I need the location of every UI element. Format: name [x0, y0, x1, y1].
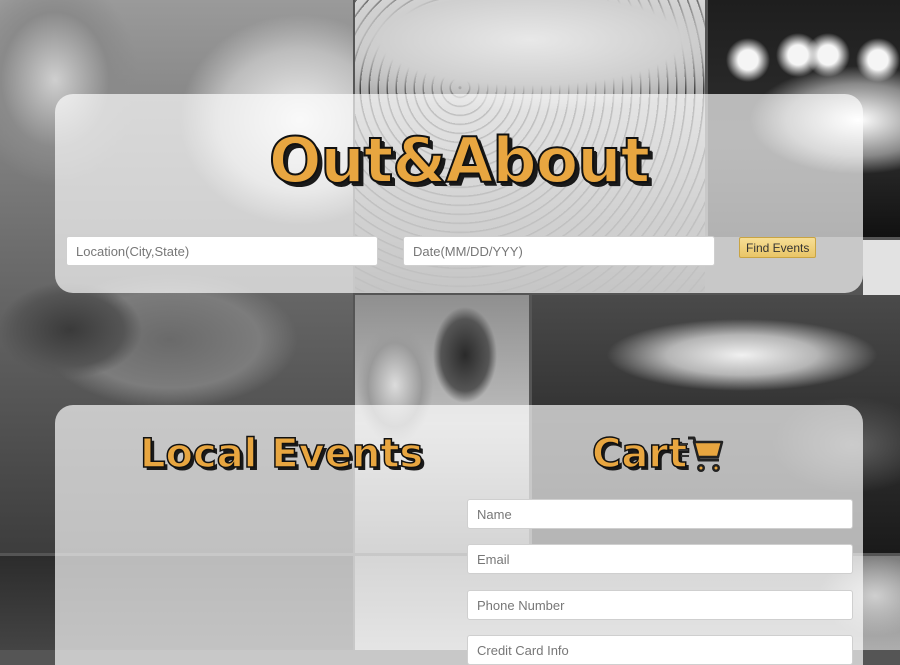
date-input[interactable]: [403, 236, 715, 266]
app-logo: Out&About: [268, 123, 651, 198]
location-input[interactable]: [66, 236, 378, 266]
cart-heading: Cart: [591, 430, 688, 478]
photo-fragment: [863, 240, 900, 300]
shopping-cart-icon: [679, 436, 724, 472]
content-panel: Local Events Cart: [55, 405, 863, 665]
phone-number-field[interactable]: [467, 590, 853, 620]
local-events-heading: Local Events: [139, 430, 424, 478]
email-field[interactable]: [467, 544, 853, 574]
name-field[interactable]: [467, 499, 853, 529]
credit-card-field[interactable]: [467, 635, 853, 665]
search-panel: Out&About Find Events: [55, 94, 863, 293]
find-events-button[interactable]: Find Events: [739, 237, 817, 258]
